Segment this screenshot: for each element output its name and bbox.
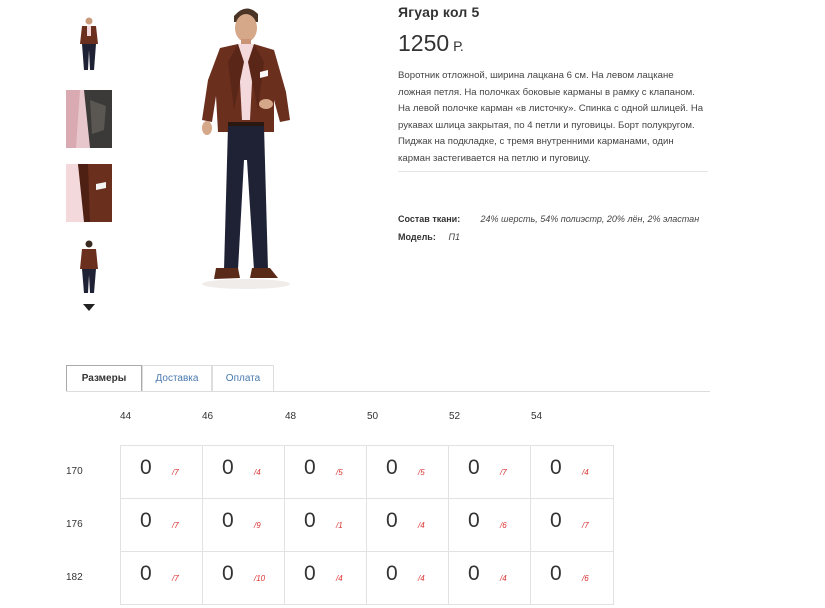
stock-available: /4	[254, 468, 261, 477]
product-title: Ягуар кол 5	[398, 4, 480, 20]
stock-quantity: 0	[140, 456, 152, 479]
thumb-lining-detail[interactable]	[66, 90, 112, 148]
stock-available: /9	[254, 521, 261, 530]
stock-available: /10	[254, 574, 266, 583]
spec-model-label: Модель:	[398, 232, 436, 242]
stock-quantity: 0	[304, 562, 316, 585]
stock-quantity: 0	[386, 562, 398, 585]
size-cell[interactable]: 0/1	[285, 499, 367, 552]
size-cell[interactable]: 0/4	[203, 446, 285, 499]
size-col-48: 48	[285, 411, 297, 422]
stock-available: /5	[336, 468, 343, 477]
tab-sizes[interactable]: Размеры	[66, 365, 142, 392]
size-cell[interactable]: 0/7	[121, 446, 203, 499]
thumb-full-back[interactable]	[66, 237, 112, 295]
product-description: Воротник отложной, ширина лацкана 6 см. …	[398, 70, 704, 164]
size-col-46: 46	[202, 411, 214, 422]
stock-available: /1	[336, 521, 343, 530]
stock-quantity: 0	[222, 562, 234, 585]
size-cell[interactable]: 0/6	[449, 499, 531, 552]
price-currency: Р.	[453, 38, 464, 54]
thumb-full-front[interactable]	[66, 14, 112, 72]
stock-quantity: 0	[140, 509, 152, 532]
stock-quantity: 0	[550, 562, 562, 585]
size-cell[interactable]: 0/4	[367, 552, 449, 605]
stock-quantity: 0	[386, 509, 398, 532]
height-row-170: 170	[66, 466, 83, 477]
stock-quantity: 0	[468, 562, 480, 585]
stock-quantity: 0	[222, 509, 234, 532]
size-cell[interactable]: 0/5	[367, 446, 449, 499]
main-product-photo	[186, 0, 326, 292]
stock-available: /6	[582, 574, 589, 583]
stock-quantity: 0	[468, 509, 480, 532]
thumb-chest-detail[interactable]	[66, 164, 112, 222]
stock-available: /4	[418, 521, 425, 530]
size-cell[interactable]: 0/7	[121, 552, 203, 605]
divider	[398, 171, 708, 172]
chevron-down-icon[interactable]	[83, 304, 95, 311]
size-col-54: 54	[531, 411, 543, 422]
size-col-50: 50	[367, 411, 379, 422]
stock-quantity: 0	[304, 509, 316, 532]
spec-model: Модель: П1	[398, 232, 460, 242]
stock-available: /6	[500, 521, 507, 530]
price-value: 1250	[398, 30, 450, 56]
tab-payment[interactable]: Оплата	[212, 365, 274, 392]
stock-available: /4	[582, 468, 589, 477]
stock-available: /5	[418, 468, 425, 477]
stock-quantity: 0	[222, 456, 234, 479]
size-col-52: 52	[449, 411, 461, 422]
stock-available: /4	[418, 574, 425, 583]
height-row-182: 182	[66, 572, 83, 583]
size-cell[interactable]: 0/5	[285, 446, 367, 499]
size-grid: 0/7 0/4 0/5 0/5 0/7 0/4 0/7 0/9 0/1 0/4 0/6 0/7 0/7 0…	[120, 445, 614, 605]
stock-quantity: 0	[550, 456, 562, 479]
size-cell[interactable]: 0/4	[367, 499, 449, 552]
size-col-44: 44	[120, 411, 132, 422]
stock-available: /7	[582, 521, 589, 530]
spec-fabric: Состав ткани: 24% шерсть, 54% полиэстр, …	[398, 214, 699, 224]
size-cell[interactable]: 0/4	[531, 446, 613, 499]
stock-quantity: 0	[304, 456, 316, 479]
tabs-divider	[66, 391, 710, 392]
stock-available: /7	[172, 574, 179, 583]
size-cell[interactable]: 0/7	[121, 499, 203, 552]
size-cell[interactable]: 0/4	[449, 552, 531, 605]
product-price: 1250 Р.	[398, 30, 464, 57]
size-cell[interactable]: 0/6	[531, 552, 613, 605]
spec-model-value: П1	[448, 232, 461, 242]
stock-quantity: 0	[468, 456, 480, 479]
size-cell[interactable]: 0/4	[285, 552, 367, 605]
size-cell[interactable]: 0/9	[203, 499, 285, 552]
size-cell[interactable]: 0/7	[449, 446, 531, 499]
size-cell[interactable]: 0/7	[531, 499, 613, 552]
stock-available: /7	[172, 468, 179, 477]
stock-available: /4	[336, 574, 343, 583]
size-cell[interactable]: 0/10	[203, 552, 285, 605]
stock-available: /7	[172, 521, 179, 530]
stock-available: /4	[500, 574, 507, 583]
stock-quantity: 0	[140, 562, 152, 585]
spec-fabric-label: Состав ткани:	[398, 214, 461, 224]
tab-delivery[interactable]: Доставка	[142, 365, 212, 392]
stock-quantity: 0	[386, 456, 398, 479]
height-row-176: 176	[66, 519, 83, 530]
spec-fabric-value: 24% шерсть, 54% полиэстр, 20% лён, 2% эл…	[480, 214, 700, 224]
stock-quantity: 0	[550, 509, 562, 532]
stock-available: /7	[500, 468, 507, 477]
